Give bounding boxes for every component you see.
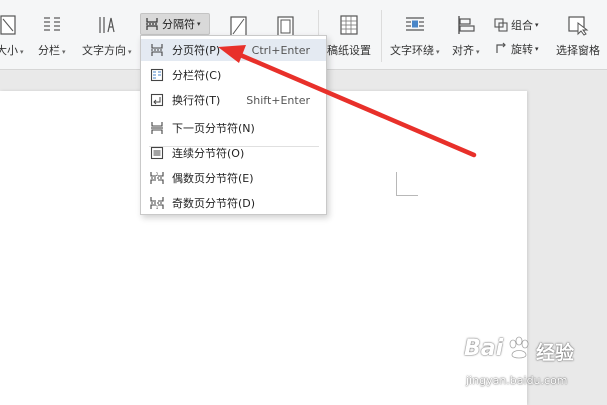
columns-icon bbox=[43, 17, 60, 31]
menu-item-column-break[interactable]: 分栏符(C) bbox=[141, 64, 326, 86]
chevron-down-icon: ▾ bbox=[476, 48, 480, 56]
align-label: 对齐 bbox=[452, 44, 474, 57]
watermark-url: jingyan.baidu.com bbox=[466, 374, 568, 387]
group-icon bbox=[494, 18, 508, 32]
menu-item-label: 分页符(P) bbox=[172, 44, 221, 57]
selection-pane-icon bbox=[568, 16, 589, 36]
margin-corner-mark bbox=[396, 172, 418, 196]
size-label: 大小 bbox=[0, 44, 18, 57]
chevron-down-icon: ▾ bbox=[436, 48, 440, 56]
menu-item-odd-page-section[interactable]: 1 奇数页分节符(D) bbox=[141, 192, 326, 214]
chevron-down-icon: ▾ bbox=[197, 20, 201, 28]
manuscript-settings-button[interactable]: 稿纸设置 bbox=[327, 14, 371, 62]
selection-pane-label: 选择窗格 bbox=[556, 44, 600, 57]
chevron-down-icon: ▾ bbox=[20, 48, 24, 56]
menu-item-next-page-section[interactable]: 下一页分节符(N) bbox=[141, 117, 326, 139]
menu-item-page-break[interactable]: 分页符(P) Ctrl+Enter bbox=[141, 39, 326, 61]
menu-item-line-break[interactable]: 换行符(T) Shift+Enter bbox=[141, 89, 326, 111]
text-wrap-button[interactable]: 文字环绕 ▾ bbox=[390, 14, 440, 62]
columns-label: 分栏 bbox=[38, 44, 60, 57]
column-break-icon bbox=[150, 68, 164, 82]
next-page-section-icon bbox=[151, 122, 163, 134]
continuous-section-icon bbox=[150, 146, 164, 160]
group-button[interactable]: 组合 ▾ bbox=[494, 17, 539, 33]
manuscript-grid-icon bbox=[340, 15, 358, 35]
manuscript-settings-label: 稿纸设置 bbox=[327, 44, 371, 57]
ribbon-top-strip bbox=[0, 0, 607, 6]
menu-item-even-page-section[interactable]: 2 偶数页分节符(E) bbox=[141, 167, 326, 189]
ribbon-separator bbox=[381, 10, 382, 62]
even-page-section-icon: 2 bbox=[150, 172, 164, 184]
breaks-button[interactable]: 分隔符 ▾ bbox=[140, 13, 210, 35]
size-button[interactable]: 大小 ▾ bbox=[0, 14, 24, 62]
line-break-icon bbox=[150, 93, 164, 107]
page-size-icon bbox=[0, 15, 16, 35]
align-button[interactable]: 对齐 ▾ bbox=[452, 14, 480, 62]
menu-item-continuous-section[interactable]: 连续分节符(O) bbox=[141, 142, 326, 164]
baidu-jingyan-watermark: Bai 经验 jingyan.baidu.com bbox=[462, 334, 602, 396]
selection-pane-button[interactable]: 选择窗格 bbox=[556, 14, 600, 62]
columns-button[interactable]: 分栏 ▾ bbox=[38, 14, 66, 62]
rotate-button[interactable]: 旋转 ▾ bbox=[494, 41, 539, 57]
menu-item-label: 偶数页分节符(E) bbox=[172, 172, 254, 185]
svg-text:2: 2 bbox=[156, 172, 159, 177]
menu-item-shortcut: Shift+Enter bbox=[246, 93, 310, 107]
menu-item-shortcut: Ctrl+Enter bbox=[251, 43, 310, 57]
text-wrap-icon bbox=[405, 17, 424, 31]
chevron-down-icon: ▾ bbox=[535, 45, 539, 53]
text-direction-label: 文字方向 bbox=[82, 44, 126, 57]
text-wrap-label: 文字环绕 bbox=[390, 44, 434, 57]
menu-item-label: 分栏符(C) bbox=[172, 69, 222, 82]
align-icon bbox=[458, 16, 475, 34]
watermark-brand-suffix: 经验 bbox=[536, 342, 575, 364]
rotate-icon bbox=[496, 42, 506, 53]
rotate-label: 旋转 bbox=[511, 43, 533, 56]
svg-text:1: 1 bbox=[156, 205, 159, 210]
menu-item-label: 换行符(T) bbox=[172, 94, 221, 107]
watermark-brand: Bai bbox=[464, 336, 504, 361]
group-label: 组合 bbox=[511, 19, 533, 32]
chevron-down-icon: ▾ bbox=[62, 48, 66, 56]
menu-item-label: 连续分节符(O) bbox=[172, 147, 245, 160]
chevron-down-icon: ▾ bbox=[535, 21, 539, 29]
odd-page-section-icon: 1 bbox=[150, 197, 164, 210]
breaks-dropdown-menu: 分页符(P) Ctrl+Enter 分栏符(C) 换行符(T) Shift+En… bbox=[140, 35, 327, 215]
chevron-down-icon: ▾ bbox=[128, 48, 132, 56]
breaks-icon bbox=[146, 18, 158, 30]
menu-item-label: 下一页分节符(N) bbox=[172, 122, 255, 135]
text-direction-icon bbox=[99, 17, 115, 33]
paw-logo-icon bbox=[509, 336, 529, 359]
menu-item-label: 奇数页分节符(D) bbox=[172, 197, 256, 210]
text-direction-button[interactable]: 文字方向 ▾ bbox=[82, 14, 132, 62]
breaks-label: 分隔符 bbox=[162, 18, 195, 31]
page-break-icon bbox=[151, 44, 163, 56]
